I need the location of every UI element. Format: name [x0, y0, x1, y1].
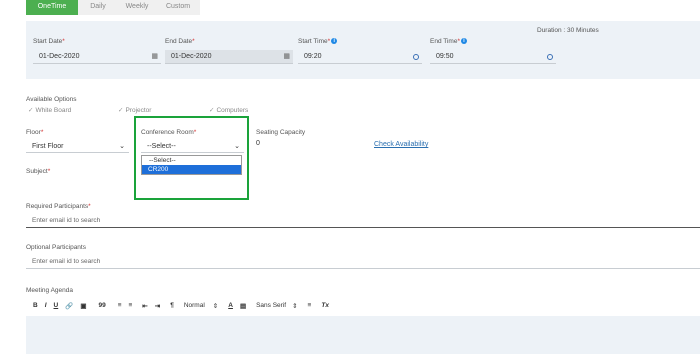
ordered-list-icon[interactable]: ≡ — [118, 302, 122, 309]
required-participants-label: Required Participants* — [26, 203, 91, 210]
bold-button[interactable]: B — [33, 302, 38, 309]
calendar-icon[interactable]: ▦ — [151, 50, 158, 64]
end-time-label: End Time* i — [430, 38, 467, 45]
start-date-label: Start Date* — [33, 38, 65, 45]
tab-weekly[interactable]: Weekly — [118, 0, 156, 15]
duration-text: Duration : 30 Minutes — [537, 27, 599, 34]
dropdown-option[interactable]: --Select-- — [142, 156, 241, 165]
info-icon[interactable]: i — [461, 38, 467, 44]
link-icon[interactable]: 🔗 — [65, 302, 73, 310]
indent-increase-icon[interactable]: ⇥ — [155, 302, 160, 310]
paragraph-direction-icon[interactable]: ¶ — [170, 302, 174, 309]
align-icon[interactable]: ≡ — [308, 302, 312, 309]
italic-button[interactable]: I — [45, 302, 47, 309]
background-color-icon[interactable]: ▤ — [240, 302, 246, 310]
quote-button[interactable]: 99 — [98, 302, 105, 309]
start-time-field[interactable]: 09:20 — [298, 50, 422, 64]
subject-label: Subject* — [26, 168, 51, 175]
meeting-agenda-label: Meeting Agenda — [26, 287, 73, 294]
heading-select[interactable]: Normal — [184, 302, 205, 309]
tab-custom[interactable]: Custom — [156, 0, 200, 15]
clock-icon[interactable] — [547, 54, 553, 60]
dropdown-option-highlighted[interactable]: CR200 — [142, 165, 241, 174]
check-icon: ✓ — [28, 107, 34, 114]
option-white-board[interactable]: ✓ White Board — [28, 106, 71, 114]
font-select[interactable]: Sans Serif — [256, 302, 286, 309]
heading-chevron-icon: ⇕ — [212, 302, 219, 310]
check-availability-link[interactable]: Check Availability — [374, 141, 428, 148]
clear-format-button[interactable]: Tx — [321, 302, 329, 309]
indent-decrease-icon[interactable]: ⇤ — [142, 302, 147, 310]
conference-room-dropdown: --Select-- CR200 — [141, 155, 242, 175]
clock-icon[interactable] — [413, 54, 419, 60]
image-icon[interactable]: ▣ — [80, 302, 86, 310]
available-options-label: Available Options — [26, 96, 77, 103]
underline-button[interactable]: U — [54, 302, 59, 309]
optional-participants-input[interactable]: Enter email id to search — [26, 255, 700, 269]
check-icon: ✓ — [209, 107, 215, 114]
info-icon[interactable]: i — [331, 38, 338, 44]
floor-select[interactable]: First Floor ⌄ — [26, 140, 129, 153]
top-bar: OneTime Daily Weekly Custom — [0, 0, 700, 17]
optional-participants-label: Optional Participants — [26, 244, 86, 251]
end-date-field[interactable]: 01-Dec-2020 ▦ — [165, 50, 293, 64]
option-projector[interactable]: ✓ Projector — [118, 106, 151, 114]
check-icon: ✓ — [118, 107, 124, 114]
calendar-icon[interactable]: ▦ — [283, 50, 290, 64]
start-time-label: Start Time* i — [298, 38, 338, 45]
seating-capacity-label: Seating Capacity — [256, 129, 306, 136]
recurrence-tabs: OneTime Daily Weekly Custom — [26, 0, 200, 15]
chevron-down-icon: ⌄ — [119, 143, 125, 150]
agenda-editor[interactable] — [26, 316, 700, 354]
bullet-list-icon[interactable]: ≡ — [129, 302, 133, 309]
font-color-icon[interactable]: A — [228, 302, 233, 309]
required-participants-input[interactable]: Enter email id to search — [26, 214, 700, 228]
editor-toolbar: B I U 🔗 ▣ 99 ≡ ≡ ⇤ ⇥ ¶ Normal ⇕ A ▤ Sans… — [26, 299, 700, 312]
floor-label: Floor* — [26, 129, 44, 136]
tab-daily[interactable]: Daily — [78, 0, 118, 15]
seating-capacity-value: 0 — [256, 140, 260, 147]
tab-onetime[interactable]: OneTime — [26, 0, 78, 15]
option-computers[interactable]: ✓ Computers — [209, 106, 248, 114]
end-time-field[interactable]: 09:50 — [430, 50, 556, 64]
start-date-field[interactable]: 01-Dec-2020 ▦ — [33, 50, 161, 64]
font-chevron-icon: ⇕ — [292, 302, 298, 310]
end-date-label: End Date* — [165, 38, 195, 45]
